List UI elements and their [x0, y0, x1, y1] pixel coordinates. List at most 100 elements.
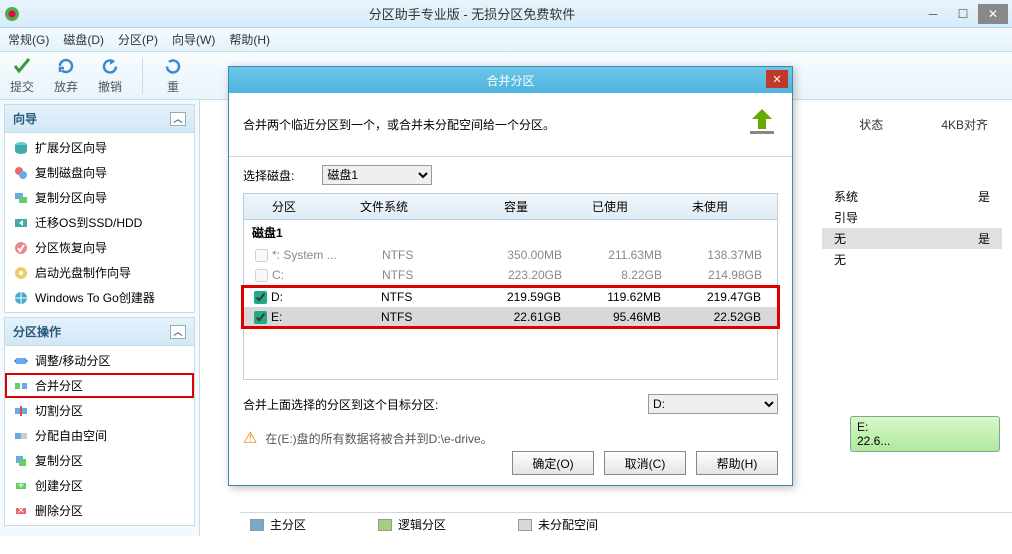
partition-checkbox[interactable] — [254, 291, 267, 304]
grid-row[interactable]: 引导 — [822, 207, 1002, 228]
menu-disk[interactable]: 磁盘(D) — [63, 31, 104, 48]
warning-text: 在(E:)盘的所有数据将被合并到D:\e-drive。 — [265, 430, 492, 447]
toolbar-discard-label: 放弃 — [54, 78, 78, 95]
sidebar-item-delete-partition[interactable]: × 删除分区 — [5, 498, 194, 523]
select-disk-dropdown[interactable]: 磁盘1 — [322, 165, 432, 185]
th-cap: 容量 — [434, 194, 534, 219]
sidebar-item-merge[interactable]: 合并分区 — [5, 373, 194, 398]
sidebar-item-recovery-wizard[interactable]: 分区恢复向导 — [5, 235, 194, 260]
legend-logical-label: 逻辑分区 — [398, 516, 446, 533]
copy-partition-icon — [13, 190, 29, 206]
copy-disk-icon — [13, 165, 29, 181]
sidebar-item-label: 扩展分区向导 — [35, 139, 107, 156]
maximize-button[interactable]: ☐ — [948, 4, 978, 24]
toolbar-redo[interactable]: 重 — [163, 56, 183, 95]
redo-icon — [163, 56, 183, 76]
partition-row[interactable]: C:NTFS223.20GB8.22GB214.98GB — [244, 265, 777, 285]
disk-icon — [13, 140, 29, 156]
toolbar-undo[interactable]: 撤销 — [98, 56, 122, 95]
menu-wizard[interactable]: 向导(W) — [172, 31, 215, 48]
delete-icon: × — [13, 503, 29, 519]
refresh-icon — [56, 56, 76, 76]
close-button[interactable]: ✕ — [978, 4, 1008, 24]
legend-primary-label: 主分区 — [270, 516, 306, 533]
sidebar-item-label: Windows To Go创建器 — [35, 289, 155, 306]
sidebar-item-label: 切割分区 — [35, 402, 83, 419]
warning-icon: ⚠ — [243, 428, 257, 448]
sidebar-item-copy-partition-wizard[interactable]: 复制分区向导 — [5, 185, 194, 210]
sidebar-item-label: 创建分区 — [35, 477, 83, 494]
sidebar-item-label: 分区恢复向导 — [35, 239, 107, 256]
th-fs: 文件系统 — [354, 194, 434, 219]
split-icon — [13, 403, 29, 419]
sidebar-item-copy-disk-wizard[interactable]: 复制磁盘向导 — [5, 160, 194, 185]
th-used: 已使用 — [534, 194, 634, 219]
allocate-icon — [13, 428, 29, 444]
toolbar-commit-label: 提交 — [10, 78, 34, 95]
th-free: 未使用 — [634, 194, 734, 219]
sidebar-item-label: 启动光盘制作向导 — [35, 264, 131, 281]
menu-help[interactable]: 帮助(H) — [229, 31, 270, 48]
cancel-button[interactable]: 取消(C) — [604, 451, 686, 475]
sidebar-item-label: 删除分区 — [35, 502, 83, 519]
cd-icon — [13, 265, 29, 281]
migrate-icon — [13, 215, 29, 231]
partition-checkbox[interactable] — [254, 311, 267, 324]
ops-panel-body: 调整/移动分区 合并分区 切割分区 分配自由空间 复制分区 + 创建分区 × 删除分… — [5, 346, 194, 525]
sidebar-item-migrate-os[interactable]: 迁移OS到SSD/HDD — [5, 210, 194, 235]
sidebar-item-allocate-free[interactable]: 分配自由空间 — [5, 423, 194, 448]
dialog-close-button[interactable]: ✕ — [766, 70, 788, 88]
sidebar-item-bootable-media[interactable]: 启动光盘制作向导 — [5, 260, 194, 285]
merge-large-icon — [746, 105, 778, 144]
legend-logical-swatch — [378, 519, 392, 531]
minimize-button[interactable]: ─ — [918, 4, 948, 24]
sidebar-item-label: 分配自由空间 — [35, 427, 107, 444]
ops-collapse-button[interactable]: ︿ — [170, 325, 186, 339]
sidebar-item-windows-to-go[interactable]: Windows To Go创建器 — [5, 285, 194, 310]
select-disk-label: 选择磁盘: — [243, 167, 294, 184]
toolbar-commit[interactable]: 提交 — [10, 56, 34, 95]
globe-icon — [13, 290, 29, 306]
grid-row[interactable]: 无是 — [822, 228, 1002, 249]
partition-row[interactable]: E:NTFS22.61GB95.46MB22.52GB — [243, 307, 778, 327]
sidebar-item-extend-partition-wizard[interactable]: 扩展分区向导 — [5, 135, 194, 160]
disk-bar-size: 22.6... — [857, 434, 890, 448]
toolbar-undo-label: 撤销 — [98, 78, 122, 95]
dialog-description: 合并两个临近分区到一个，或合并未分配空间给一个分区。 — [243, 116, 746, 133]
create-icon: + — [13, 478, 29, 494]
legend-unalloc-label: 未分配空间 — [538, 516, 598, 533]
partition-row[interactable]: D:NTFS219.59GB119.62MB219.47GB — [243, 287, 778, 307]
sidebar-item-split[interactable]: 切割分区 — [5, 398, 194, 423]
menu-general[interactable]: 常规(G) — [8, 31, 49, 48]
sidebar-item-copy-partition[interactable]: 复制分区 — [5, 448, 194, 473]
window-title: 分区助手专业版 - 无损分区免费软件 — [26, 4, 918, 23]
disk-bar-e[interactable]: E:22.6... — [850, 416, 1000, 452]
disk-group-label: 磁盘1 — [244, 220, 777, 245]
sidebar-item-label: 合并分区 — [35, 377, 83, 394]
sidebar-item-resize-move[interactable]: 调整/移动分区 — [5, 348, 194, 373]
copy-icon — [13, 453, 29, 469]
sidebar-item-create-partition[interactable]: + 创建分区 — [5, 473, 194, 498]
sidebar-item-label: 复制磁盘向导 — [35, 164, 107, 181]
toolbar-separator — [142, 58, 143, 94]
svg-text:+: + — [17, 478, 24, 492]
partition-checkbox — [255, 249, 268, 262]
partition-row[interactable]: *: System ...NTFS350.00MB211.63MB138.37M… — [244, 245, 777, 265]
svg-text:×: × — [17, 503, 24, 517]
target-partition-dropdown[interactable]: D: — [648, 394, 778, 414]
grid-row[interactable]: 系统是 — [822, 186, 1002, 207]
partition-table: 分区 文件系统 容量 已使用 未使用 磁盘1 *: System ...NTFS… — [243, 193, 778, 380]
menu-partition[interactable]: 分区(P) — [118, 31, 158, 48]
target-partition-label: 合并上面选择的分区到这个目标分区: — [243, 396, 640, 413]
th-partition: 分区 — [244, 194, 354, 219]
toolbar-discard[interactable]: 放弃 — [54, 56, 78, 95]
undo-icon — [100, 56, 120, 76]
toolbar-redo-label: 重 — [167, 78, 179, 95]
grid-row[interactable]: 无 — [822, 249, 1002, 270]
legend-unalloc-swatch — [518, 519, 532, 531]
ok-button[interactable]: 确定(O) — [512, 451, 594, 475]
wizard-collapse-button[interactable]: ︿ — [170, 112, 186, 126]
disk-bar-label: E: — [857, 420, 868, 434]
help-button[interactable]: 帮助(H) — [696, 451, 778, 475]
resize-icon — [13, 353, 29, 369]
